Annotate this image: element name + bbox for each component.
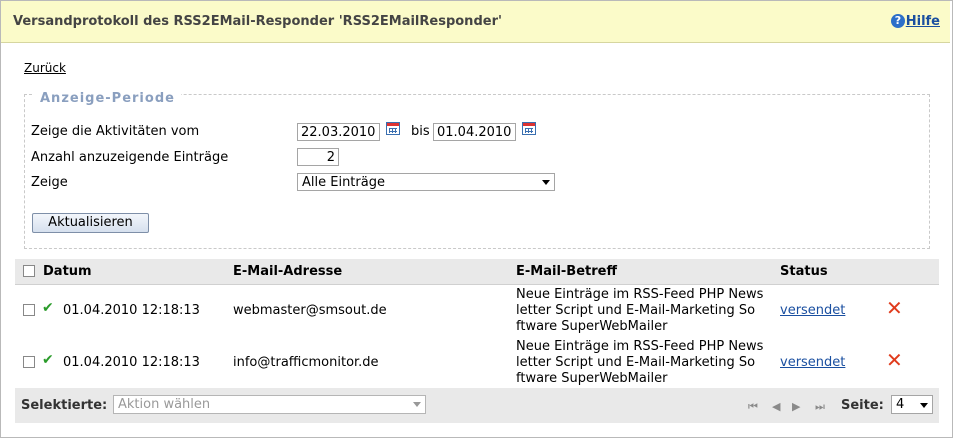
row-subject: Neue Einträge im RSS-Feed PHP News lette…	[516, 287, 764, 334]
help-link[interactable]: Hilfe	[906, 14, 940, 29]
row-subject: Neue Einträge im RSS-Feed PHP News lette…	[516, 339, 764, 386]
help-icon[interactable]: ?	[891, 14, 905, 28]
column-header-email[interactable]: E-Mail-Adresse	[233, 264, 342, 279]
row-checkbox[interactable]	[23, 356, 35, 368]
show-select-value: Alle Einträge	[302, 175, 385, 190]
row-checkbox[interactable]	[23, 304, 35, 316]
page-select-value: 4	[896, 397, 905, 412]
next-page-icon[interactable]: ▶	[792, 400, 800, 413]
period-fieldset	[24, 94, 930, 249]
show-label: Zeige	[31, 175, 68, 190]
page-title: Versandprotokoll des RSS2EMail-Responder…	[13, 14, 502, 29]
column-header-date[interactable]: Datum	[43, 264, 92, 279]
refresh-button[interactable]: Aktualisieren	[32, 213, 149, 233]
row-email: info@trafficmonitor.de	[233, 355, 379, 370]
page-label: Seite:	[841, 398, 884, 413]
calendar-icon[interactable]	[522, 122, 536, 135]
count-input[interactable]: 2	[297, 148, 339, 166]
period-legend: Anzeige-Periode	[34, 91, 181, 106]
from-label: Zeige die Aktivitäten vom	[31, 124, 200, 139]
column-header-status[interactable]: Status	[780, 264, 828, 279]
from-date-input[interactable]: 22.03.2010	[297, 123, 380, 141]
row-date: 01.04.2010 12:18:13	[63, 355, 200, 370]
to-date-input[interactable]: 01.04.2010	[433, 123, 516, 141]
calendar-icon[interactable]	[386, 122, 400, 135]
page-header: Versandprotokoll des RSS2EMail-Responder…	[1, 1, 950, 43]
row-email: webmaster@smsout.de	[233, 303, 387, 318]
delete-icon[interactable]: ✕	[886, 350, 903, 370]
selected-label: Selektierte:	[21, 398, 108, 413]
first-page-icon[interactable]: ⏮	[748, 400, 758, 414]
chevron-down-icon	[920, 403, 928, 408]
previous-page-icon[interactable]: ◀	[772, 400, 780, 413]
row-status-link[interactable]: versendet	[780, 303, 845, 318]
action-select-placeholder: Aktion wählen	[118, 397, 211, 412]
back-link[interactable]: Zurück	[24, 61, 66, 75]
chevron-down-icon	[542, 180, 550, 185]
success-check-icon: ✔	[42, 352, 54, 368]
table-footer: Selektierte: Aktion wählen ⏮ ◀ ▶ ⏭ Seite…	[15, 388, 939, 423]
last-page-icon[interactable]: ⏭	[815, 400, 825, 414]
page-select[interactable]: 4	[891, 395, 933, 414]
action-select[interactable]: Aktion wählen	[113, 395, 426, 414]
to-label: bis	[411, 124, 430, 139]
show-select[interactable]: Alle Einträge	[297, 173, 555, 191]
count-label: Anzahl anzuzeigende Einträge	[31, 150, 229, 165]
delete-icon[interactable]: ✕	[886, 298, 903, 318]
row-date: 01.04.2010 12:18:13	[63, 303, 200, 318]
row-status-link[interactable]: versendet	[780, 355, 845, 370]
select-all-checkbox[interactable]	[23, 265, 35, 277]
column-header-subject[interactable]: E-Mail-Betreff	[516, 264, 617, 279]
success-check-icon: ✔	[42, 300, 54, 316]
chevron-down-icon	[413, 402, 421, 407]
